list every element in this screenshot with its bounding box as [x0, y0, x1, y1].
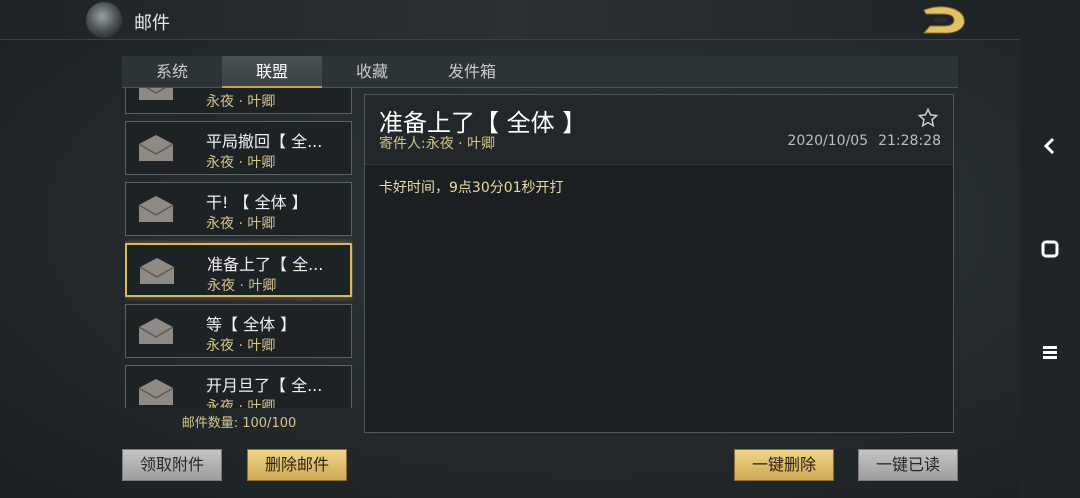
menu-icon [1043, 346, 1057, 359]
back-button[interactable] [920, 4, 970, 36]
mail-subject: 开月旦了【 全... [206, 376, 323, 395]
system-nav-bar [1020, 0, 1080, 498]
mail-detail-body: 卡好时间，9点30分01秒开打 [379, 180, 564, 196]
envelope-icon [138, 318, 174, 344]
star-icon [917, 107, 939, 128]
mail-subject: 平局撤回【 全... [206, 132, 323, 151]
mail-sender: 永夜 · 叶卿 [206, 338, 276, 354]
mail-sender: 永夜 · 叶卿 [207, 278, 277, 294]
envelope-icon [139, 88, 173, 100]
mail-date: 2020/10/05 [787, 133, 869, 149]
envelope-icon [138, 196, 174, 222]
square-home-icon [1041, 240, 1059, 258]
list-item[interactable]: 干! 【 全体 】 永夜 · 叶卿 [125, 182, 352, 236]
list-item-selected[interactable]: 准备上了【 全... 永夜 · 叶卿 [125, 243, 352, 297]
nav-home-button[interactable] [1038, 237, 1062, 261]
list-item[interactable]: 开月旦了【 全... 永夜 · 叶卿 [125, 365, 352, 408]
mail-sender: 永夜 · 叶卿 [206, 94, 276, 110]
mail-sender: 永夜 · 叶卿 [206, 399, 276, 408]
mail-list[interactable]: 永夜 · 叶卿 平局撤回【 全... 永夜 · 叶卿 干! 【 全体 】 永夜 … [125, 88, 353, 408]
delete-mail-button[interactable]: 删除邮件 [247, 449, 347, 481]
nav-menu-button[interactable] [1038, 340, 1062, 364]
envelope-icon [138, 379, 174, 405]
page-title: 邮件 [134, 13, 170, 34]
mark-all-read-button[interactable]: 一键已读 [858, 449, 958, 481]
tab-outbox[interactable]: 发件箱 [422, 56, 522, 88]
top-header: 邮件 [0, 0, 1020, 40]
sender-name: 永夜 · 叶卿 [425, 136, 496, 152]
mail-subject: 等【 全体 】 [206, 315, 297, 334]
guild-emblem-icon [86, 2, 122, 38]
mail-subject: 干! 【 全体 】 [206, 193, 308, 212]
mail-detail-sender: 寄件人:永夜 · 叶卿 [379, 133, 495, 153]
favorite-button[interactable] [917, 107, 939, 129]
chevron-left-icon [1043, 137, 1055, 155]
claim-attachments-button[interactable]: 领取附件 [122, 449, 222, 481]
nav-back-button[interactable] [1038, 134, 1062, 158]
tab-alliance[interactable]: 联盟 [222, 56, 322, 88]
list-item[interactable]: 等【 全体 】 永夜 · 叶卿 [125, 304, 352, 358]
sender-label: 寄件人: [379, 136, 426, 152]
mail-sender: 永夜 · 叶卿 [206, 216, 276, 232]
tab-system[interactable]: 系统 [122, 56, 222, 88]
tab-favorites[interactable]: 收藏 [322, 56, 422, 88]
mail-sender: 永夜 · 叶卿 [206, 155, 276, 171]
mail-detail-timestamp: 2020/10/05 21:28:28 [787, 133, 941, 149]
mail-time: 21:28:28 [878, 133, 941, 149]
mail-subject: 准备上了【 全... [207, 255, 324, 274]
mail-count: 邮件数量: 100/100 [181, 416, 297, 431]
list-item[interactable]: 平局撤回【 全... 永夜 · 叶卿 [125, 121, 352, 175]
delete-all-button[interactable]: 一键删除 [734, 449, 834, 481]
dragon-back-icon [922, 6, 965, 34]
mail-tabs: 系统 联盟 收藏 发件箱 [122, 56, 958, 88]
envelope-icon [138, 135, 174, 161]
list-item[interactable]: 永夜 · 叶卿 [125, 88, 352, 114]
mail-detail-pane: 准备上了【 全体 】 寄件人:永夜 · 叶卿 2020/10/05 21:28:2… [364, 94, 954, 433]
envelope-icon [139, 258, 175, 284]
